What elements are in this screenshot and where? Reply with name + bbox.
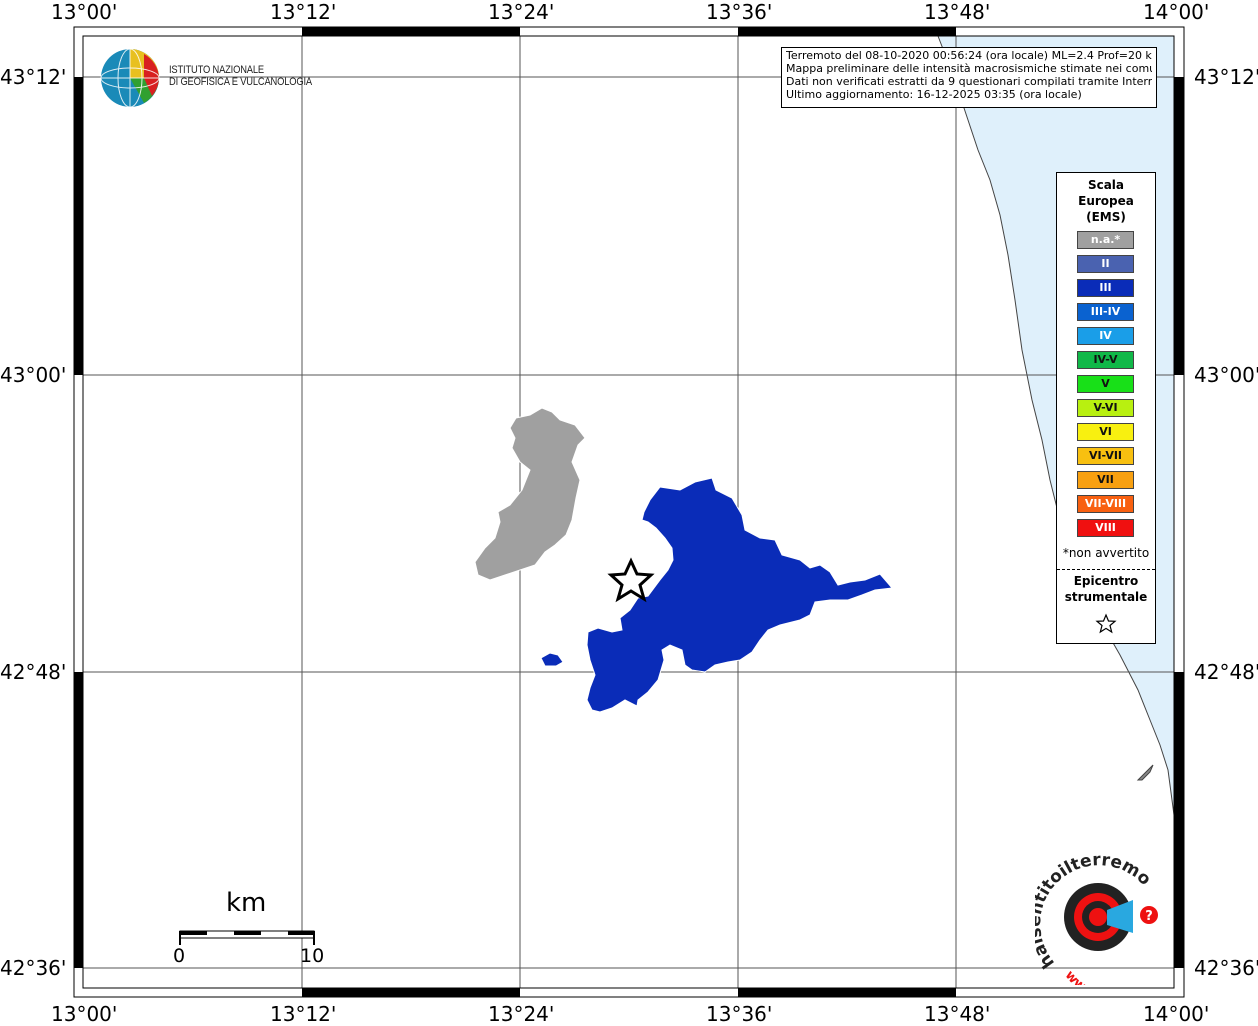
legend-item: III	[1077, 279, 1134, 297]
event-info-box: Terremoto del 08-10-2020 00:56:24 (ora l…	[781, 47, 1157, 108]
legend-title-line1: Scala	[1087, 178, 1125, 192]
hsit-logo-graphic: ? haisentitoilterremoto.it www.	[1025, 840, 1158, 1001]
ems-legend: Scala Europea (EMS) n.a.* II III III-IV IV IV…	[1056, 172, 1156, 644]
event-info-line1: Terremoto del 08-10-2020 00:56:24 (ora l…	[786, 49, 1152, 62]
legend-item: VII	[1077, 471, 1134, 489]
lat-label-left-3: 42°48'	[0, 660, 67, 684]
legend-title: Scala Europea (EMS)	[1057, 177, 1155, 225]
event-info-line2: Mappa preliminare delle intensità macros…	[786, 62, 1152, 75]
legend-epicenter-line1: Epicentro	[1073, 574, 1139, 588]
svg-text:?: ?	[1145, 909, 1153, 924]
ingv-logo: ISTITUTO NAZIONALE DI GEOFISICA E VULCAN…	[100, 48, 312, 110]
municipality-intensity-iii	[586, 477, 893, 713]
scale-bar	[179, 930, 315, 945]
municipality-intensity-iii-small	[540, 652, 564, 667]
legend-title-line2: Europea	[1078, 194, 1134, 208]
lon-label-top-1: 13°00'	[51, 0, 118, 24]
ingv-name-line2: DI GEOFISICA E VULCANOLOGIA	[169, 76, 312, 88]
scale-bar-unit: km	[226, 888, 267, 918]
lon-label-bottom-3: 13°24'	[488, 1002, 555, 1026]
legend-item: V	[1077, 375, 1134, 393]
legend-item: IV	[1077, 327, 1134, 345]
lon-label-bottom-2: 13°12'	[270, 1002, 337, 1026]
lat-label-left-1: 43°12'	[0, 65, 67, 89]
hsit-logo: ? haisentitoilterremoto.it www.	[1025, 840, 1165, 1001]
lat-label-right-1: 43°12'	[1194, 65, 1258, 89]
legend-item: III-IV	[1077, 303, 1134, 321]
lon-label-bottom-5: 13°48'	[924, 1002, 991, 1026]
lat-label-right-2: 43°00'	[1194, 363, 1258, 387]
lat-label-left-2: 43°00'	[0, 363, 67, 387]
lon-label-top-5: 13°48'	[924, 0, 991, 24]
port-pier	[1136, 764, 1154, 781]
lon-label-bottom-1: 13°00'	[51, 1002, 118, 1026]
lat-label-left-4: 42°36'	[0, 956, 67, 980]
lon-label-bottom-6: 14°00'	[1143, 1002, 1210, 1026]
municipality-not-felt	[474, 407, 586, 581]
legend-item: V-VI	[1077, 399, 1134, 417]
globe-icon	[100, 48, 160, 108]
scale-bar-start: 0	[173, 945, 186, 967]
lat-label-right-4: 42°36'	[1194, 956, 1258, 980]
legend-separator	[1057, 569, 1155, 570]
lon-label-top-4: 13°36'	[706, 0, 773, 24]
legend-star-icon	[1095, 613, 1117, 634]
legend-note: *non avvertito	[1062, 546, 1150, 560]
lon-label-bottom-4: 13°36'	[706, 1002, 773, 1026]
legend-item: VII-VIII	[1077, 495, 1134, 513]
event-info-line4: Ultimo aggiornamento: 16-12-2025 03:35 (…	[786, 88, 1082, 101]
legend-item: VI	[1077, 423, 1134, 441]
legend-item: VI-VII	[1077, 447, 1134, 465]
hsit-url: www.	[1062, 968, 1101, 985]
legend-item: VIII	[1077, 519, 1134, 537]
legend-title-line3: (EMS)	[1086, 210, 1126, 224]
legend-item: IV-V	[1077, 351, 1134, 369]
scale-bar-end: 10	[300, 945, 325, 967]
event-info-line3: Dati non verificati estratti da 9 questi…	[786, 75, 1152, 88]
ingv-name: ISTITUTO NAZIONALE DI GEOFISICA E VULCAN…	[169, 64, 312, 88]
lon-label-top-6: 14°00'	[1143, 0, 1210, 24]
epicenter-star-icon	[607, 557, 655, 603]
legend-epicenter: Epicentro strumentale	[1057, 573, 1155, 605]
lon-label-top-3: 13°24'	[488, 0, 555, 24]
legend-item: II	[1077, 255, 1134, 273]
legend-epicenter-line2: strumentale	[1064, 590, 1148, 604]
ingv-name-line1: ISTITUTO NAZIONALE	[169, 64, 264, 76]
lat-label-right-3: 42°48'	[1194, 660, 1258, 684]
legend-item: n.a.*	[1077, 231, 1134, 249]
lon-label-top-2: 13°12'	[270, 0, 337, 24]
